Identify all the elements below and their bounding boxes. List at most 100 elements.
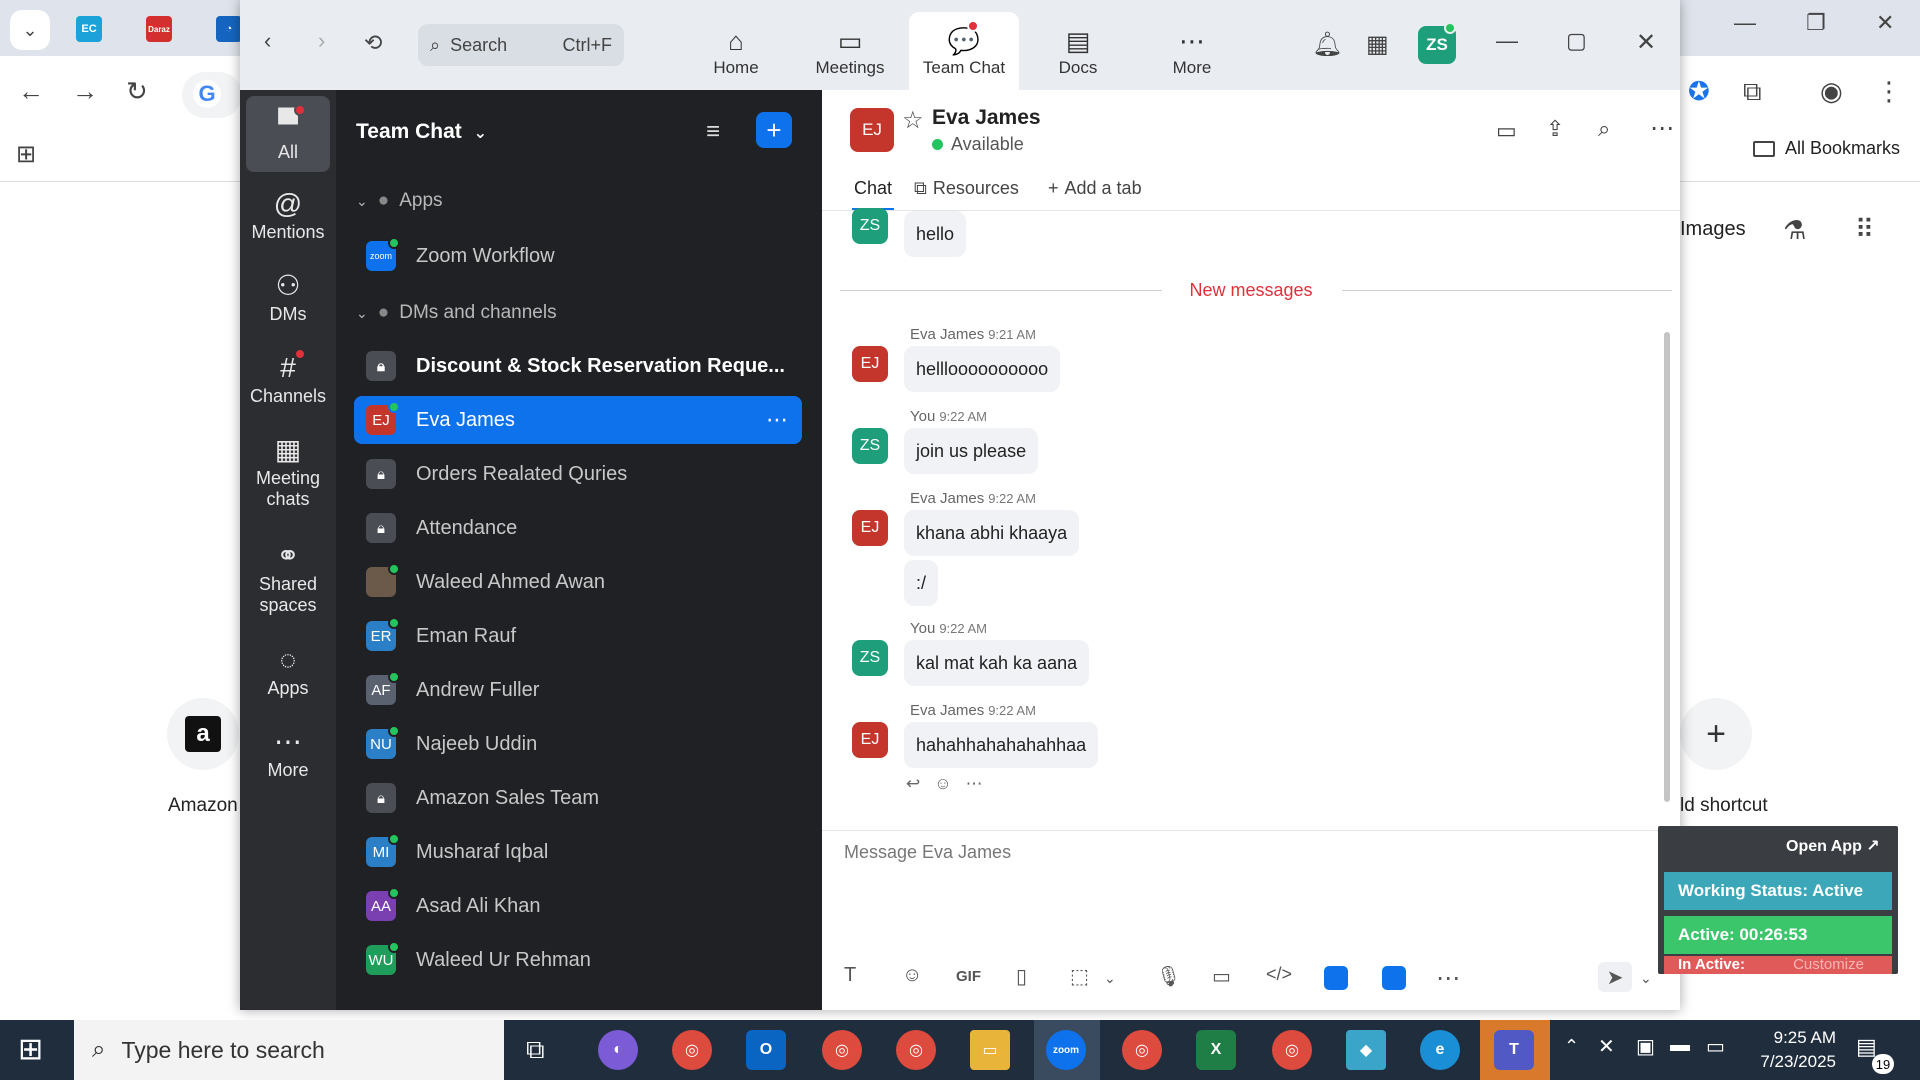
more-options-icon[interactable]: ⋯ [1650,114,1674,143]
google-apps-icon[interactable]: ⠿ [1855,214,1874,245]
history-icon[interactable]: ⟲ [364,30,382,56]
list-item-channel[interactable]: 🔒︎ Discount & Stock Reservation Reque... [354,342,802,390]
contact-name[interactable]: Eva James [932,106,1041,130]
more-options-icon[interactable]: ⋯ [766,407,788,433]
chrome-icon[interactable]: ◎ [896,1030,936,1070]
chevron-up-icon[interactable]: ⌃ [1564,1036,1579,1057]
list-item-zoom-workflow[interactable]: zoom Zoom Workflow [354,232,802,280]
message-bubble[interactable]: khana abhi khaaya [904,510,1080,556]
list-item-dm[interactable]: NU Najeeb Uddin [354,720,802,768]
list-item-dm[interactable]: AF Andrew Fuller [354,666,802,714]
microphone-icon[interactable]: 🎙︎ [1156,964,1181,989]
chat-scrollbar[interactable] [1664,332,1670,802]
battery-icon[interactable]: ▬ [1670,1034,1690,1057]
tab-chat[interactable]: Chat [854,178,892,199]
extensions-puzzle-icon[interactable]: ⧉ [1743,76,1762,108]
forward-icon[interactable]: › [318,28,325,54]
profile-icon[interactable]: ◉ [1820,76,1843,107]
app-integration-icon[interactable] [1324,966,1348,990]
filter-icon[interactable]: ≡ [706,118,720,146]
chevron-down-icon[interactable]: ⌄ [1640,970,1652,987]
send-icon[interactable]: ➤ [1598,962,1632,992]
browser-restore-button[interactable]: ❐ [1806,10,1826,36]
message-bubble[interactable]: :/ [904,560,939,606]
apps-shortcut-icon[interactable]: ⊞ [16,140,36,169]
back-icon[interactable]: ‹ [264,28,271,54]
task-view-icon[interactable]: ⧉ [526,1034,545,1066]
message-bubble[interactable]: kal mat kah ka aana [904,640,1090,686]
labs-flask-icon[interactable]: ⚗ [1783,215,1806,246]
app-diamond-icon[interactable]: ◆ [1346,1030,1386,1070]
zoom-icon[interactable]: zoom [1046,1030,1086,1070]
add-tab-button[interactable]: + Add a tab [1048,178,1142,199]
list-item-dm[interactable]: WU Waleed Ur Rehman [354,936,802,984]
message-bubble[interactable]: hahahhahahahahhaa [904,722,1099,768]
avatar[interactable]: ZS [852,208,888,244]
chrome-icon[interactable]: ◎ [822,1030,862,1070]
rail-apps[interactable]: ◌ Apps [246,642,330,699]
list-item-channel[interactable]: 🔒︎ Orders Realated Quries [354,450,802,498]
section-apps[interactable]: ⌄ ● Apps [356,190,443,212]
message-input[interactable]: Message Eva James [844,842,1011,863]
volume-muted-icon[interactable]: ✕ [1598,1034,1615,1059]
list-item-dm[interactable]: AA Asad Ali Khan [354,882,802,930]
rail-meeting-chats[interactable]: ▦ Meeting chats [246,432,330,510]
reload-icon[interactable]: ↻ [126,76,148,107]
list-item-dm[interactable]: MI Musharaf Iqbal [354,828,802,876]
back-icon[interactable]: ← [18,76,44,107]
nav-home[interactable]: ⌂ Home [681,12,791,90]
search-icon[interactable]: ⌕ [1598,116,1610,142]
copilot-icon[interactable]: ◐ [598,1030,638,1070]
list-item-dm[interactable]: Waleed Ahmed Awan [354,558,802,606]
excel-icon[interactable]: X [1196,1030,1236,1070]
team-chat-title[interactable]: Team Chat ⌄ [356,120,487,144]
gif-button[interactable]: GIF [956,968,981,985]
avatar[interactable]: EJ [852,722,888,758]
outlook-icon[interactable]: O [746,1030,786,1070]
extension-icon[interactable]: ✪ [1688,76,1710,107]
add-shortcut-button[interactable]: + [1680,698,1752,770]
images-link[interactable]: Images [1680,218,1746,241]
avatar[interactable]: EJ [852,510,888,546]
rail-dms[interactable]: ⚇ DMs [246,268,330,325]
avatar[interactable]: ZS [852,428,888,464]
more-options-icon[interactable]: ⋯ [1436,964,1460,993]
share-screen-icon[interactable]: ⇪ [1546,116,1564,142]
browser-minimize-button[interactable]: — [1734,10,1756,36]
video-message-icon[interactable]: ▭ [1212,964,1231,989]
screenshot-icon[interactable]: ⬚ [1070,964,1089,989]
tab-resources[interactable]: ⧉ Resources [914,178,1019,199]
shortcut-amazon[interactable]: a [167,698,239,770]
text-format-icon[interactable]: T [844,964,856,987]
chrome-menu-icon[interactable]: ⋮ [1876,76,1902,107]
avatar[interactable]: ZS [852,640,888,676]
code-block-icon[interactable]: </> [1266,964,1292,985]
edge-icon[interactable]: e [1420,1030,1460,1070]
camera-icon[interactable]: ▣ [1636,1034,1655,1059]
chevron-down-icon[interactable]: ⌄ [1104,970,1116,987]
chrome-icon[interactable]: ◎ [672,1030,712,1070]
add-reaction-icon[interactable]: ☺ [934,774,951,794]
rail-channels[interactable]: # Channels [246,348,330,407]
list-item-channel[interactable]: 🔒︎ Amazon Sales Team [354,774,802,822]
reply-icon[interactable]: ↩ [906,774,920,794]
rail-all[interactable]: ▀ All [246,96,330,172]
emoji-icon[interactable]: ☺ [902,964,922,987]
open-app-button[interactable]: Open App ↗ [1786,836,1880,856]
all-bookmarks-button[interactable]: All Bookmarks [1752,138,1900,159]
star-icon[interactable]: ☆ [902,106,924,135]
file-explorer-icon[interactable]: ▭ [970,1030,1010,1070]
chat-app-icon[interactable] [1382,966,1406,990]
nav-team-chat[interactable]: 💬 Team Chat [909,12,1019,90]
rail-more[interactable]: ⋯ More [246,724,330,781]
tab-other[interactable]: ◔ [216,16,242,42]
notifications-bell-icon[interactable]: 🔔︎ [1312,30,1342,59]
list-item-channel[interactable]: 🔒︎ Attendance [354,504,802,552]
tab-daraz[interactable]: Daraz [146,16,172,42]
list-item-dm-selected[interactable]: EJ Eva James ⋯ [354,396,802,444]
profile-avatar[interactable]: ZS [1418,22,1456,64]
teams-icon[interactable]: T [1494,1030,1534,1070]
calendar-icon[interactable]: ▦ [1366,30,1389,59]
network-icon[interactable]: ▭ [1706,1034,1725,1059]
maximize-button[interactable]: ▢ [1566,28,1587,54]
